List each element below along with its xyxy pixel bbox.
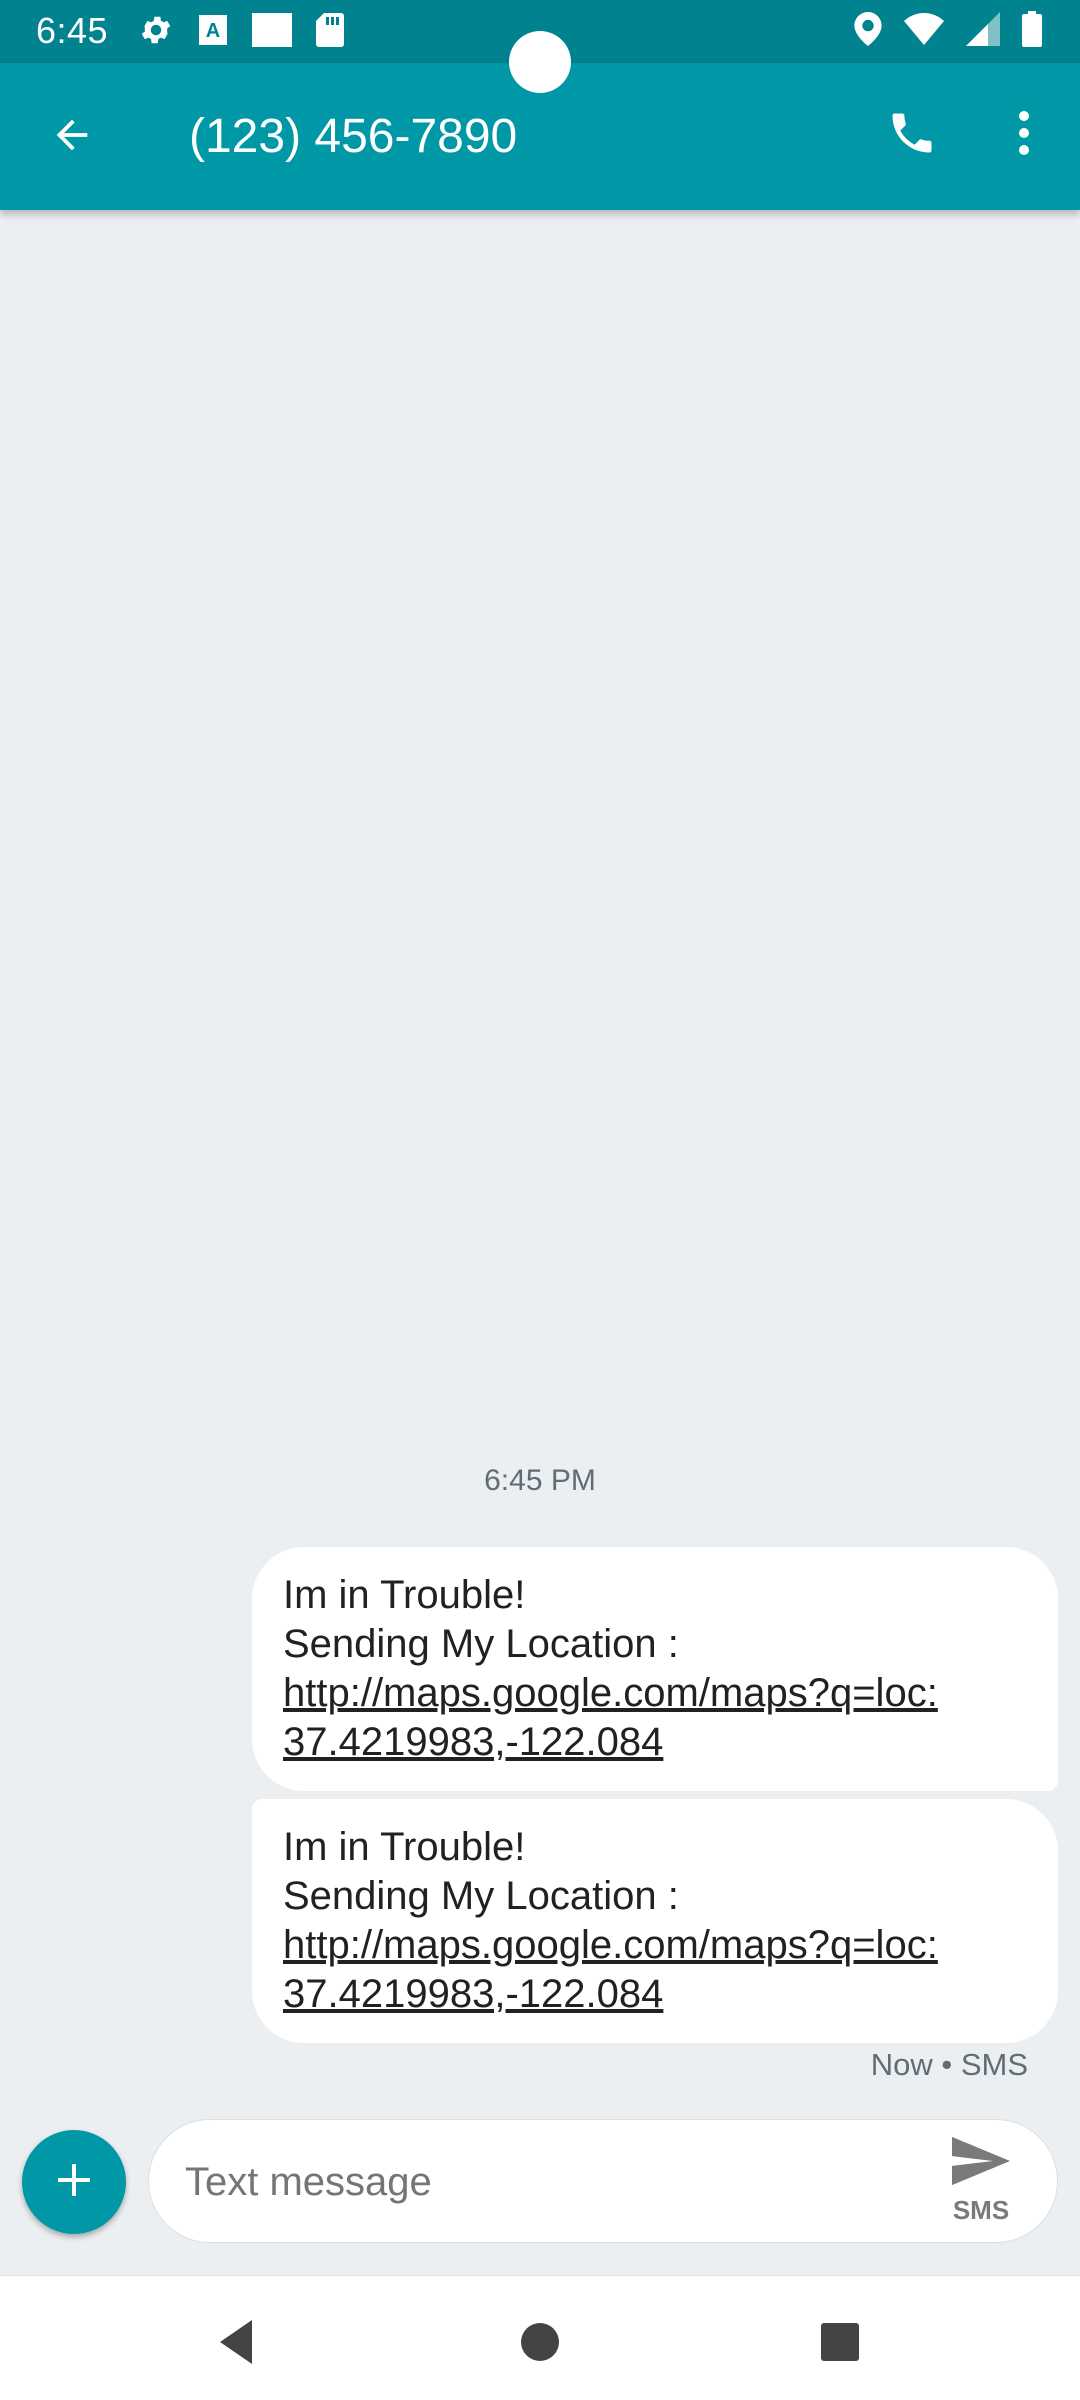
message-input[interactable]: [185, 2156, 885, 2208]
home-circle-icon: [510, 2323, 570, 2376]
more-options-button[interactable]: [1000, 99, 1048, 171]
location-link[interactable]: http://maps.google.com/maps?q=loc:: [283, 1669, 1028, 1718]
nav-recents-button[interactable]: [810, 2312, 870, 2372]
camera-cutout: [509, 31, 571, 93]
nav-back-button[interactable]: [208, 2312, 268, 2372]
svg-text:A: A: [206, 20, 220, 42]
send-label: SMS: [952, 2195, 1010, 2225]
location-link[interactable]: 37.4219983,-122.084: [283, 1718, 1028, 1767]
sd-card-icon: [316, 12, 344, 52]
message-text-line: Sending My Location :: [283, 1874, 679, 1918]
compose-box: SMS: [148, 2119, 1058, 2243]
battery-icon: [1022, 10, 1042, 52]
back-triangle-icon: [208, 2320, 268, 2376]
message-status: Now • SMS: [870, 2047, 1028, 2082]
add-attachment-button[interactable]: [22, 2130, 126, 2234]
message-text-line: Im in Trouble!: [283, 1825, 526, 1869]
white-square-icon: [252, 12, 292, 52]
status-icons-right: [854, 10, 1042, 52]
conversation-title: (123) 456-7890: [189, 110, 518, 163]
message-timestamp: 6:45 PM: [484, 1464, 596, 1497]
signal-icon: [966, 11, 1000, 51]
status-icons-left: A: [138, 12, 344, 53]
font-a-icon: A: [198, 14, 228, 51]
recents-square-icon: [810, 2323, 870, 2376]
wifi-icon: [904, 12, 944, 50]
location-pin-icon: [854, 11, 882, 51]
message-text-line: Im in Trouble!: [283, 1573, 526, 1617]
arrow-left-icon: [49, 112, 95, 163]
send-icon: [952, 2136, 1010, 2191]
more-vertical-icon: [1017, 110, 1031, 161]
gear-icon: [138, 12, 174, 53]
back-button[interactable]: [36, 101, 108, 173]
message-text-line: Sending My Location :: [283, 1622, 679, 1666]
compose-row: SMS: [0, 2110, 1080, 2250]
message-bubble[interactable]: Im in Trouble! Sending My Location : htt…: [252, 1799, 1058, 2043]
conversation-area[interactable]: 6:45 PM Im in Trouble! Sending My Locati…: [0, 210, 1080, 2110]
location-link[interactable]: 37.4219983,-122.084: [283, 1970, 1028, 2019]
send-button[interactable]: SMS: [941, 2136, 1021, 2226]
status-time: 6:45: [36, 10, 109, 51]
message-bubble[interactable]: Im in Trouble! Sending My Location : htt…: [252, 1547, 1058, 1791]
call-button[interactable]: [876, 99, 948, 171]
location-link[interactable]: http://maps.google.com/maps?q=loc:: [283, 1921, 1028, 1970]
navigation-bar: [0, 2275, 1080, 2400]
nav-home-button[interactable]: [510, 2312, 570, 2372]
phone-icon: [886, 107, 938, 164]
plus-icon: [54, 2160, 94, 2205]
